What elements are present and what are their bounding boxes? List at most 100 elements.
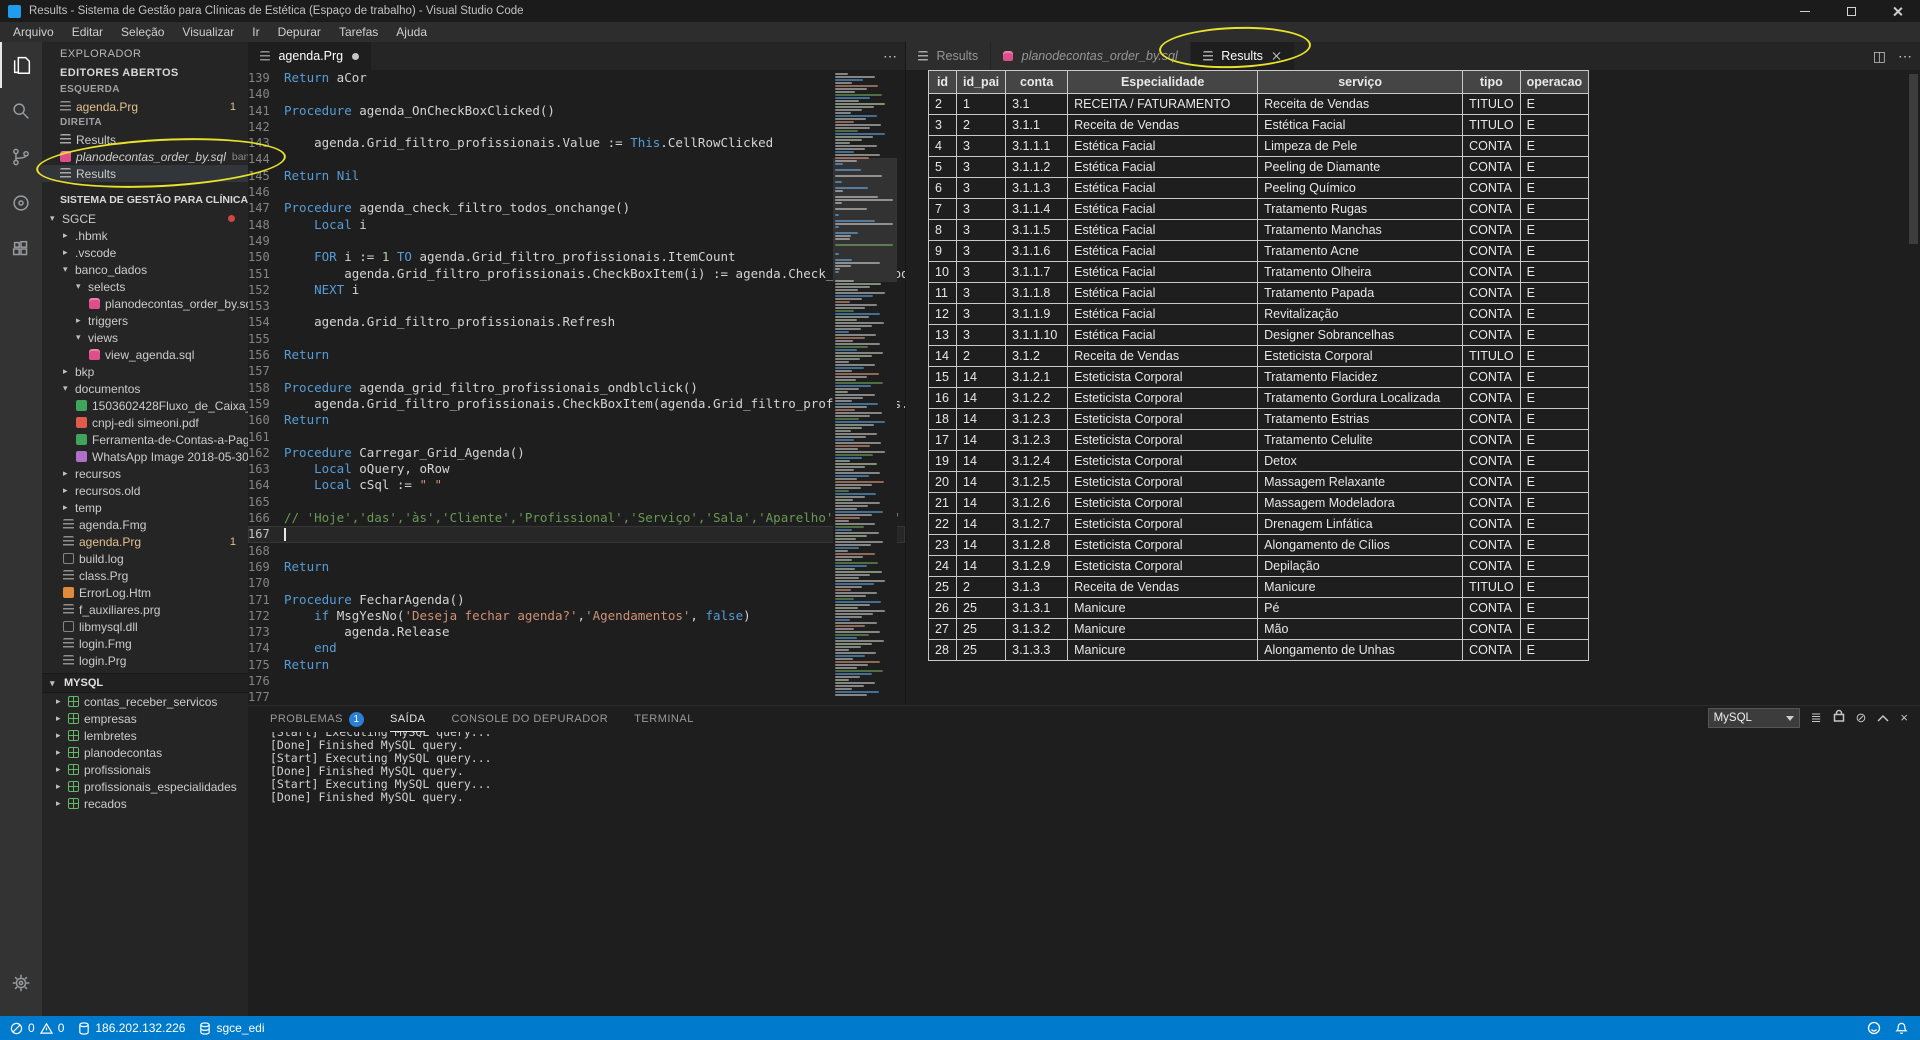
menu-item-editar[interactable]: Editar	[63, 22, 112, 42]
tree-item-f-auxiliares-prg[interactable]: f_auxiliares.prg	[42, 601, 248, 618]
line-number: 176	[248, 673, 284, 689]
open-editor-results[interactable]: Results	[42, 165, 248, 182]
menu-item-tarefas[interactable]: Tarefas	[330, 22, 387, 42]
tree-item-selects[interactable]: ▾selects	[42, 278, 248, 295]
mysql-table-lembretes[interactable]: ▸lembretes	[42, 727, 248, 744]
code-editor[interactable]: 139Return aCor140141Procedure agenda_OnC…	[248, 70, 905, 705]
tree-item-vscode[interactable]: ▸.vscode	[42, 244, 248, 261]
table-icon	[68, 713, 79, 724]
tree-item-agenda-fmg[interactable]: agenda.Fmg	[42, 516, 248, 533]
lock-scroll-icon[interactable]	[1833, 708, 1845, 728]
tree-item-temp[interactable]: ▸temp	[42, 499, 248, 516]
tree-item-label: agenda.Fmg	[79, 518, 146, 532]
open-editor-agenda-prg[interactable]: agenda.Prg1	[42, 98, 248, 115]
panel-tab-sa-da[interactable]: SAÍDA	[390, 707, 426, 732]
minimize-button[interactable]	[1782, 0, 1828, 22]
mysql-table-profissionais[interactable]: ▸profissionais	[42, 761, 248, 778]
table-cell: CONTA	[1463, 220, 1520, 241]
maximize-panel-icon[interactable]	[1877, 708, 1889, 728]
word-wrap-icon[interactable]: ≣	[1811, 708, 1822, 728]
tree-item-bkp[interactable]: ▸bkp	[42, 363, 248, 380]
database-status[interactable]: sgce_edi	[199, 1021, 264, 1035]
panel-tab-console-do-depurador[interactable]: CONSOLE DO DEPURADOR	[451, 713, 608, 725]
results-scrollbar[interactable]	[1909, 74, 1918, 244]
tab-results[interactable]: Results	[906, 42, 991, 70]
tab-planodecontas-order-by-sql[interactable]: planodecontas_order_by.sql	[991, 42, 1191, 70]
tree-item-build-log[interactable]: build.log	[42, 550, 248, 567]
mysql-table-empresas[interactable]: ▸empresas	[42, 710, 248, 727]
more-actions-icon[interactable]: ⋯	[1898, 42, 1912, 70]
split-editor-icon[interactable]: ◫	[1873, 42, 1886, 70]
tab-agenda-prg[interactable]: agenda.Prg	[248, 42, 372, 70]
file-file-icon	[63, 621, 74, 632]
tree-item-recursos[interactable]: ▸recursos	[42, 465, 248, 482]
tree-item-views[interactable]: ▾views	[42, 329, 248, 346]
tree-item-1503602428fluxo-de-caixa-ve[interactable]: 1503602428Fluxo_de_Caixa_-_ve...	[42, 397, 248, 414]
clear-output-icon[interactable]: ⊘	[1856, 708, 1867, 728]
close-tab-icon[interactable]	[1272, 51, 1282, 61]
open-editor-planodecontas-order-by-sql[interactable]: planodecontas_order_by.sqlbanco...	[42, 148, 248, 165]
menu-item-visualizar[interactable]: Visualizar	[173, 22, 243, 42]
tree-item-hbmk[interactable]: ▸.hbmk	[42, 227, 248, 244]
tree-item-agenda-prg[interactable]: agenda.Prg1	[42, 533, 248, 550]
tree-item-whatsapp-image-2018-05-30-at[interactable]: WhatsApp Image 2018-05-30 at ...	[42, 448, 248, 465]
tree-item-cnpj-edi-simeoni-pdf[interactable]: cnpj-edi simeoni.pdf	[42, 414, 248, 431]
mysql-host-status[interactable]: 186.202.132.226	[78, 1021, 185, 1035]
table-cell: 3.1.2.6	[1006, 493, 1068, 514]
open-editors-header[interactable]: EDITORES ABERTOS	[42, 64, 248, 82]
output-log[interactable]: [Start] Executing MySQL query...[Done] F…	[270, 732, 1910, 1016]
more-actions-icon[interactable]: ⋯	[883, 42, 897, 70]
tree-item-triggers[interactable]: ▸triggers	[42, 312, 248, 329]
close-panel-icon[interactable]: ×	[1900, 708, 1908, 728]
mysql-table-contas-receber-servicos[interactable]: ▸contas_receber_servicos	[42, 693, 248, 710]
tree-item-errorlog-htm[interactable]: ErrorLog.Htm	[42, 584, 248, 601]
source-control-icon[interactable]	[0, 134, 42, 180]
tree-item-libmysql-dll[interactable]: libmysql.dll	[42, 618, 248, 635]
feedback-smiley-icon[interactable]	[1867, 1021, 1881, 1035]
tree-item-class-prg[interactable]: class.Prg	[42, 567, 248, 584]
notifications-bell-icon[interactable]	[1895, 1021, 1908, 1035]
menu-item-ajuda[interactable]: Ajuda	[387, 22, 436, 42]
tree-item-view-agenda-sql[interactable]: view_agenda.sql	[42, 346, 248, 363]
maximize-button[interactable]	[1828, 0, 1874, 22]
panel-tab-problemas[interactable]: PROBLEMAS1	[270, 712, 364, 727]
mysql-section-header[interactable]: ▾ MYSQL	[42, 673, 248, 693]
table-cell: Estética Facial	[1068, 157, 1258, 178]
tree-item-banco-dados[interactable]: ▾banco_dados	[42, 261, 248, 278]
mysql-table-recados[interactable]: ▸recados	[42, 795, 248, 812]
right-editor-actions: ◫ ⋯	[1873, 42, 1912, 70]
problems-status[interactable]: 0 0	[10, 1021, 64, 1035]
workspace-header[interactable]: SISTEMA DE GESTÃO PARA CLÍNICAS DE ES...	[42, 190, 248, 210]
mysql-table-planodecontas[interactable]: ▸planodecontas	[42, 744, 248, 761]
output-channel-select[interactable]: MySQL	[1708, 708, 1800, 728]
chevron-right-icon: ▸	[63, 230, 75, 241]
tree-item-planodecontas-order-by-sql[interactable]: planodecontas_order_by.sql	[42, 295, 248, 312]
table-icon	[68, 696, 79, 707]
close-button[interactable]	[1874, 0, 1920, 22]
tree-item-login-fmg[interactable]: login.Fmg	[42, 635, 248, 652]
tree-item-sgce[interactable]: ▾SGCE	[42, 210, 248, 227]
tab-results[interactable]: Results	[1191, 42, 1295, 70]
menu-item-depurar[interactable]: Depurar	[269, 22, 330, 42]
extensions-icon[interactable]	[0, 226, 42, 272]
chevron-right-icon: ▸	[56, 696, 68, 707]
open-editor-results[interactable]: Results	[42, 131, 248, 148]
tree-item-login-prg[interactable]: login.Prg	[42, 652, 248, 669]
tree-item-ferramenta-de-contas-a-pagar[interactable]: Ferramenta-de-Contas-a-Pagar-...	[42, 431, 248, 448]
tree-item-documentos[interactable]: ▾documentos	[42, 380, 248, 397]
menu-item-arquivo[interactable]: Arquivo	[4, 22, 63, 42]
search-icon[interactable]	[0, 88, 42, 134]
panel-tab-terminal[interactable]: TERMINAL	[634, 713, 694, 725]
minimap[interactable]	[833, 70, 897, 705]
mysql-table-profissionais-especialidades[interactable]: ▸profissionais_especialidades	[42, 778, 248, 795]
minimap-slider[interactable]	[833, 158, 897, 282]
warning-count: 0	[58, 1021, 65, 1035]
line-number: 154	[248, 314, 284, 330]
line-number: 165	[248, 494, 284, 510]
tree-item-recursos-old[interactable]: ▸recursos.old	[42, 482, 248, 499]
debug-icon[interactable]	[0, 180, 42, 226]
menu-item-ir[interactable]: Ir	[243, 22, 268, 42]
menu-item-sele-o[interactable]: Seleção	[112, 22, 173, 42]
settings-gear-icon[interactable]	[0, 960, 42, 1006]
explorer-icon[interactable]	[0, 42, 42, 88]
